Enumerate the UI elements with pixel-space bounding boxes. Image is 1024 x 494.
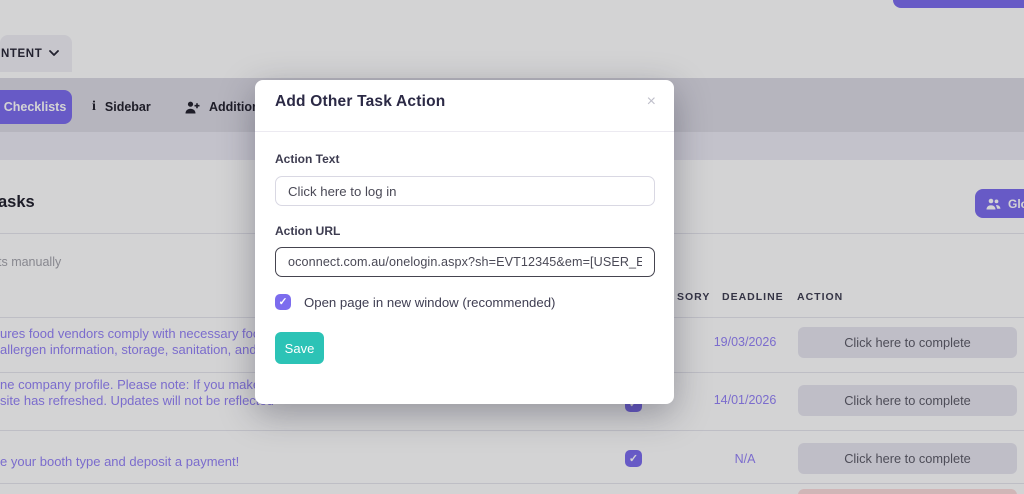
modal-header-divider [255, 131, 674, 132]
modal-title: Add Other Task Action [275, 93, 445, 111]
action-text-input[interactable] [275, 176, 655, 206]
save-button[interactable]: Save [275, 332, 324, 364]
new-window-checkbox-row: ✓ Open page in new window (recommended) [275, 294, 555, 310]
new-window-checkbox-label: Open page in new window (recommended) [304, 295, 555, 310]
action-text-label: Action Text [275, 152, 339, 166]
app-window: NTENT Checklists i Sidebar Addition asks… [0, 0, 1024, 494]
new-window-checkbox[interactable]: ✓ [275, 294, 291, 310]
action-url-label: Action URL [275, 224, 340, 238]
close-icon[interactable]: × [647, 94, 656, 110]
action-url-input[interactable] [275, 247, 655, 277]
add-other-task-action-modal: Add Other Task Action × Action Text Acti… [255, 80, 674, 404]
